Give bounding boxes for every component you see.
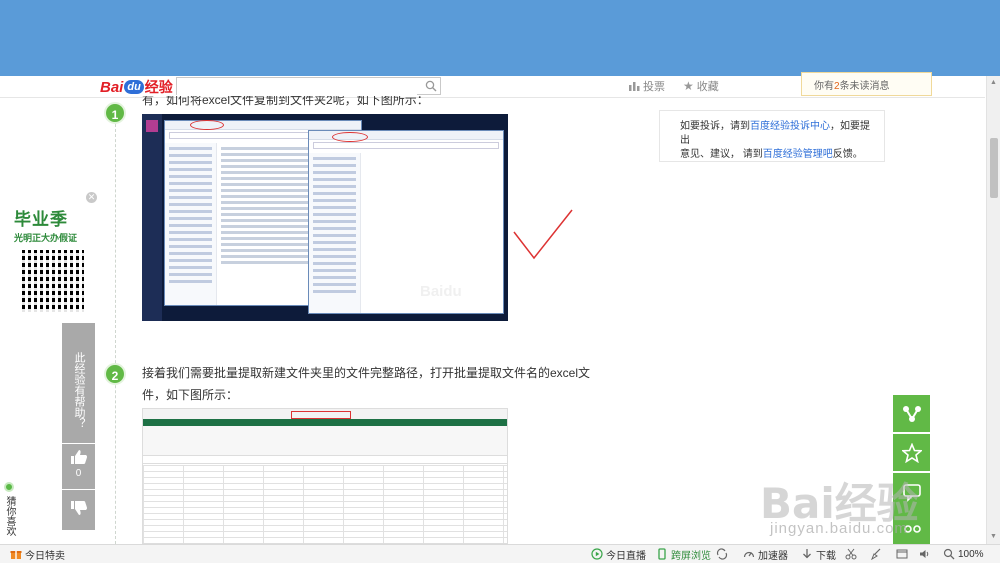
step-number-1: 1 bbox=[104, 102, 126, 124]
speedometer-icon bbox=[743, 551, 755, 558]
cross-screen-label: 跨屏浏览 bbox=[671, 550, 711, 562]
graduation-promo-ad[interactable]: 毕业季 光明正大办假证 bbox=[14, 205, 94, 317]
promo-subtitle: 光明正大办假证 bbox=[14, 233, 78, 243]
search-input[interactable] bbox=[177, 80, 417, 96]
screenshot-watermark: Baidu bbox=[420, 283, 462, 300]
message-suffix: 条未读消息 bbox=[839, 81, 890, 92]
window-button[interactable] bbox=[896, 547, 908, 561]
baidu-jingyan-logo[interactable]: Bai du 经验 bbox=[100, 77, 173, 97]
guess-you-like-tab[interactable]: 猜你喜欢 bbox=[0, 478, 18, 544]
cross-screen-button[interactable]: 跨屏浏览 bbox=[656, 547, 711, 562]
highlight-circle-2 bbox=[332, 132, 368, 142]
helpful-question: 此经验有帮助？ bbox=[62, 323, 95, 443]
broom-icon bbox=[871, 548, 881, 560]
management-bar-link[interactable]: 百度经验管理吧 bbox=[763, 149, 833, 160]
share-icon bbox=[902, 405, 921, 422]
download-label: 下载 bbox=[816, 550, 836, 562]
app-icon bbox=[146, 120, 158, 132]
zoom-control[interactable]: 100% bbox=[943, 547, 984, 561]
phone-icon bbox=[658, 548, 666, 560]
thumbs-up-count: 0 bbox=[75, 468, 82, 479]
sync-icon-button[interactable] bbox=[716, 547, 728, 561]
screenshot-tool-button[interactable] bbox=[845, 547, 857, 561]
live-label: 今日直播 bbox=[606, 550, 646, 562]
promo-close-icon[interactable]: ✕ bbox=[86, 192, 97, 203]
jingyan-url-watermark: jingyan.baidu.com bbox=[770, 520, 908, 537]
thumbs-down-button[interactable] bbox=[62, 490, 95, 530]
accelerator-label: 加速器 bbox=[758, 550, 788, 562]
desktop-taskbar bbox=[142, 114, 162, 321]
info-line2-post: 反馈。 bbox=[832, 149, 863, 160]
cleanup-button[interactable] bbox=[870, 547, 882, 561]
complaint-center-link[interactable]: 百度经验投诉中心 bbox=[750, 121, 830, 132]
logo-jingyan: 经验 bbox=[144, 79, 173, 95]
scrollbar-thumb[interactable] bbox=[990, 138, 998, 198]
logo-bai: Bai bbox=[100, 78, 124, 96]
browser-status-bar: 今日特卖 今日直播 跨屏浏览 加速器 下载 100% bbox=[0, 544, 1000, 563]
info-line2-pre: 意见、建议， 请到 bbox=[680, 149, 763, 160]
scroll-down-icon[interactable]: ▼ bbox=[990, 533, 998, 541]
search-icon[interactable] bbox=[425, 80, 437, 92]
highlight-box bbox=[291, 411, 351, 419]
search-box bbox=[176, 77, 441, 96]
red-checkmark-icon bbox=[513, 209, 573, 260]
logo-du-paw: du bbox=[124, 80, 144, 94]
window-icon bbox=[896, 549, 908, 559]
download-button[interactable]: 下载 bbox=[801, 547, 836, 562]
speaker-icon bbox=[920, 550, 929, 558]
magnifier-icon bbox=[943, 548, 955, 560]
promo-title: 毕业季 bbox=[14, 210, 68, 229]
message-prefix: 你有 bbox=[814, 81, 834, 92]
page-scrollbar[interactable]: ▲ ▼ bbox=[986, 76, 1000, 544]
guess-label: 猜你喜欢 bbox=[4, 496, 15, 536]
scissors-icon bbox=[845, 548, 857, 560]
zoom-level: 100% bbox=[958, 548, 984, 560]
step2-text: 接着我们需要批量提取新建文件夹里的文件完整路径，打开批量提取文件名的excel文… bbox=[142, 366, 591, 402]
unread-messages-notice[interactable]: 你有2条未读消息 bbox=[801, 72, 932, 96]
star-outline-icon bbox=[901, 442, 922, 463]
download-icon bbox=[803, 549, 811, 559]
favorite-label: 收藏 bbox=[696, 81, 719, 93]
top-blue-band bbox=[0, 0, 1000, 76]
qr-code bbox=[22, 250, 84, 312]
accelerator-button[interactable]: 加速器 bbox=[743, 547, 788, 562]
sound-button[interactable] bbox=[919, 547, 931, 561]
daily-sale-button[interactable]: 今日特卖 bbox=[10, 547, 65, 562]
live-button[interactable]: 今日直播 bbox=[591, 547, 646, 562]
complaint-info-panel: 如要投诉，请到百度经验投诉中心，如要提出 意见、建议， 请到百度经验管理吧反馈。 bbox=[659, 110, 885, 162]
favorite-float-button[interactable] bbox=[893, 434, 930, 471]
share-float-button[interactable] bbox=[893, 395, 930, 432]
thumbs-down-icon bbox=[70, 501, 87, 515]
vote-label: 投票 bbox=[643, 81, 665, 93]
thumbs-up-button[interactable]: 0 bbox=[62, 444, 95, 489]
step2-excel-screenshot[interactable] bbox=[142, 408, 508, 544]
thumbs-up-icon bbox=[70, 450, 87, 464]
step-number-2: 2 bbox=[104, 363, 126, 385]
play-circle-icon bbox=[591, 548, 603, 560]
sync-icon bbox=[716, 548, 728, 560]
info-line1-pre: 如要投诉，请到 bbox=[680, 121, 750, 132]
status-dot bbox=[4, 482, 14, 492]
scroll-up-icon[interactable]: ▲ bbox=[990, 79, 998, 87]
vote-link[interactable]: 投票 bbox=[629, 78, 665, 94]
bar-chart-icon bbox=[629, 82, 640, 91]
gift-icon bbox=[10, 551, 22, 559]
favorite-link[interactable]: ★ 收藏 bbox=[683, 78, 719, 94]
daily-sale-label: 今日特卖 bbox=[25, 550, 65, 562]
step-timeline bbox=[115, 124, 116, 544]
explorer-window-right bbox=[308, 130, 504, 314]
star-icon: ★ bbox=[683, 79, 694, 93]
highlight-circle bbox=[190, 120, 224, 130]
